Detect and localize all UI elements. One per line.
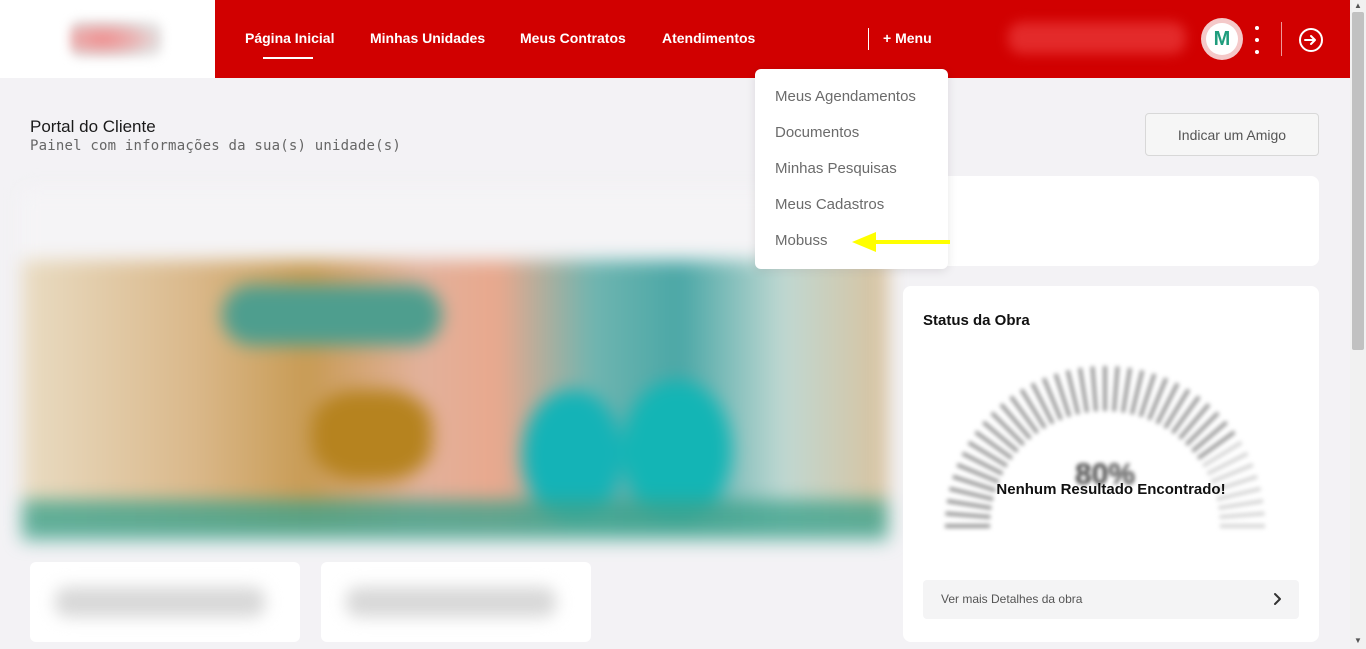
gauge-tick: [1065, 369, 1081, 415]
avatar-initial: M: [1206, 23, 1238, 55]
no-result-message: Nenhum Resultado Encontrado!: [996, 481, 1226, 498]
user-name-redacted: [1008, 22, 1186, 54]
info-card[interactable]: [30, 562, 300, 642]
gauge-tick: [1219, 511, 1265, 519]
kebab-menu-icon[interactable]: [1249, 26, 1265, 54]
gauge-tick: [945, 511, 991, 519]
status-obra-card: Status da Obra 80% Nenhum Resultado Enco…: [903, 286, 1319, 642]
gauge-tick: [1077, 367, 1089, 413]
annotation-arrow-icon: [852, 232, 950, 252]
menu-item-documentos[interactable]: Documentos: [775, 124, 859, 141]
nav-atendimentos[interactable]: Atendimentos: [662, 30, 755, 46]
nav-active-indicator: [263, 57, 313, 59]
gauge-tick: [1202, 440, 1243, 468]
gauge-tick: [1112, 366, 1120, 412]
gauge-tick: [982, 420, 1019, 453]
gauge-tick: [990, 411, 1026, 447]
summary-card: [903, 176, 1319, 266]
menu-item-minhas-pesquisas[interactable]: Minhas Pesquisas: [775, 160, 897, 177]
gauge-tick: [1196, 430, 1236, 461]
gauge-tick: [1191, 420, 1228, 453]
nav-meus-contratos[interactable]: Meus Contratos: [520, 30, 626, 46]
page-subtitle: Painel com informações da sua(s) unidade…: [30, 138, 402, 154]
page-title: Portal do Cliente: [30, 117, 156, 136]
status-obra-title: Status da Obra: [923, 312, 1030, 329]
scroll-up-arrow-icon[interactable]: ▲: [1352, 1, 1364, 11]
scrollbar-thumb[interactable]: [1352, 12, 1364, 350]
gauge-tick: [974, 430, 1014, 461]
info-card[interactable]: [321, 562, 591, 642]
gauge-tick: [1009, 395, 1040, 435]
gauge-tick: [1163, 388, 1191, 429]
gauge-tick: [1121, 367, 1133, 413]
gauge-tick: [1170, 395, 1201, 435]
nav-minhas-unidades[interactable]: Minhas Unidades: [370, 30, 485, 46]
avatar[interactable]: M: [1201, 18, 1243, 60]
chevron-right-icon: [1274, 593, 1281, 605]
logout-icon[interactable]: [1298, 27, 1324, 53]
gauge-tick: [967, 440, 1008, 468]
menu-item-mobuss[interactable]: Mobuss: [775, 232, 828, 249]
more-menu-button[interactable]: + Menu: [883, 30, 932, 46]
gauge-tick: [1090, 366, 1098, 412]
header-divider: [1281, 22, 1282, 56]
obra-details-link[interactable]: Ver mais Detalhes da obra: [923, 580, 1299, 619]
scroll-down-arrow-icon[interactable]: ▼: [1352, 636, 1364, 646]
gauge-tick: [1178, 403, 1211, 440]
gauge-tick: [1019, 388, 1047, 429]
progress-gauge: 80%: [945, 366, 1265, 528]
company-logo: [70, 20, 162, 58]
nav-pagina-inicial[interactable]: Página Inicial: [245, 30, 334, 46]
gauge-tick: [1129, 369, 1145, 415]
gauge-tick: [999, 403, 1032, 440]
menu-item-meus-agendamentos[interactable]: Meus Agendamentos: [775, 88, 916, 105]
nav-divider: [868, 28, 869, 50]
gauge-tick: [1184, 411, 1220, 447]
indicate-friend-button[interactable]: Indicar um Amigo: [1145, 113, 1319, 156]
logo-area[interactable]: [0, 0, 215, 78]
gauge-tick: [946, 498, 992, 510]
gauge-tick: [1218, 498, 1264, 510]
obra-details-label: Ver mais Detalhes da obra: [941, 592, 1083, 606]
menu-item-meus-cadastros[interactable]: Meus Cadastros: [775, 196, 884, 213]
